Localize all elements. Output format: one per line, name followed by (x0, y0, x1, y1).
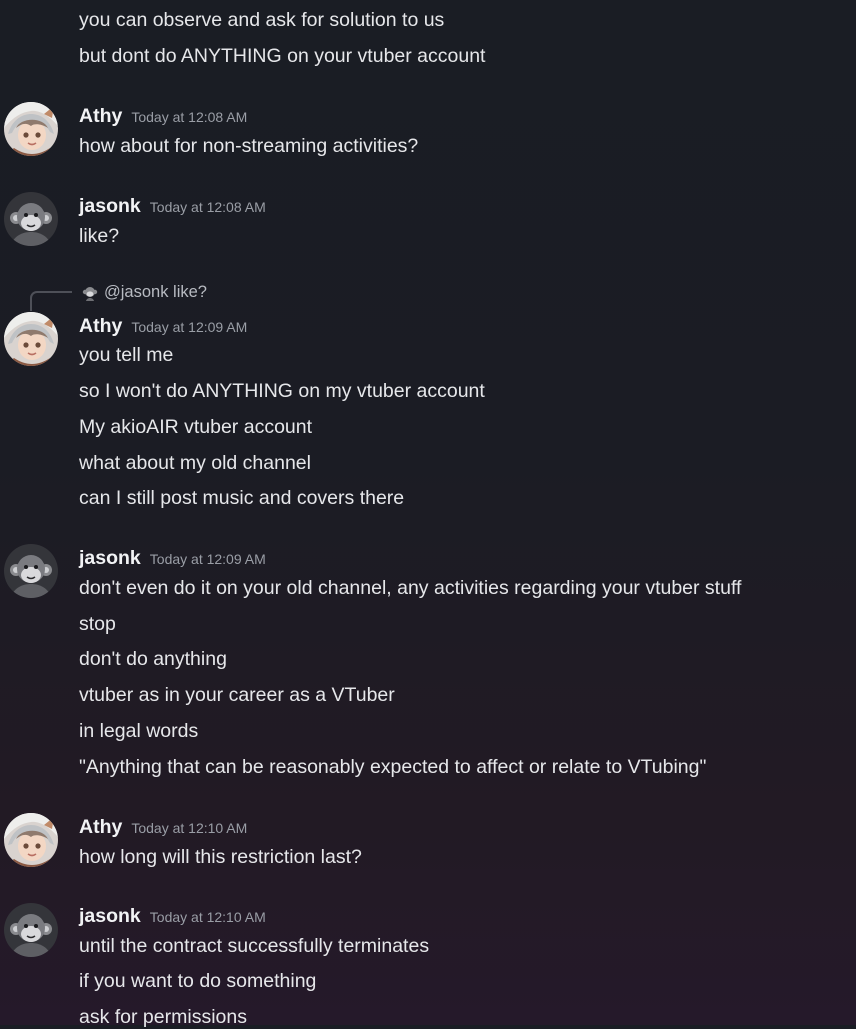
anime-character-avatar-icon (4, 813, 58, 867)
monkey-avatar-icon (4, 192, 58, 246)
message-line: don't even do it on your old channel, an… (79, 577, 742, 599)
message-author[interactable]: jasonk (79, 905, 141, 927)
user-avatar[interactable] (4, 903, 58, 957)
message-header: Athy Today at 12:10 AM (79, 815, 247, 841)
message-author[interactable]: Athy (79, 816, 122, 838)
chat-message-list: you can observe and ask for solution to … (0, 0, 856, 1028)
message-line: if you want to do something (79, 970, 317, 992)
message-header: jasonk Today at 12:10 AM (79, 904, 266, 930)
message-author[interactable]: Athy (79, 315, 122, 337)
anime-character-avatar-icon (4, 102, 58, 156)
message-line: what about my old channel (79, 452, 311, 474)
message-line: how long will this restriction last? (79, 846, 362, 868)
message-line: but dont do ANYTHING on your vtuber acco… (79, 45, 486, 67)
monkey-avatar-icon (4, 544, 58, 598)
message-line: don't do anything (79, 648, 227, 670)
message-timestamp: Today at 12:09 AM (149, 551, 266, 567)
message-author[interactable]: jasonk (79, 195, 141, 217)
reply-spine (30, 291, 72, 311)
message-line: how about for non-streaming activities? (79, 135, 419, 157)
anime-character-avatar-icon (4, 312, 58, 366)
message-header: jasonk Today at 12:09 AM (79, 546, 266, 572)
message-line: ask for permissions (79, 1006, 247, 1028)
message-line: in legal words (79, 720, 199, 742)
reply-avatar-icon (81, 284, 99, 302)
message-line: vtuber as in your career as a VTuber (79, 684, 395, 706)
user-avatar[interactable] (4, 102, 58, 156)
message-header: Athy Today at 12:09 AM (79, 314, 247, 340)
message-timestamp: Today at 12:08 AM (131, 109, 248, 125)
message-line: My akioAIR vtuber account (79, 416, 313, 438)
message-timestamp: Today at 12:10 AM (149, 909, 266, 925)
message-line: until the contract successfully terminat… (79, 935, 430, 957)
message-line: you can observe and ask for solution to … (79, 9, 445, 31)
message-line: like? (79, 225, 120, 247)
user-avatar[interactable] (4, 813, 58, 867)
message-author[interactable]: jasonk (79, 547, 141, 569)
message-header: jasonk Today at 12:08 AM (79, 194, 266, 220)
message-timestamp: Today at 12:09 AM (131, 319, 248, 335)
message-line: can I still post music and covers there (79, 487, 405, 509)
user-avatar[interactable] (4, 312, 58, 366)
message-author[interactable]: Athy (79, 105, 122, 127)
message-timestamp: Today at 12:10 AM (131, 820, 248, 836)
message-line: so I won't do ANYTHING on my vtuber acco… (79, 380, 485, 402)
user-avatar[interactable] (4, 544, 58, 598)
monkey-avatar-icon (4, 903, 58, 957)
message-line: stop (79, 613, 116, 635)
message-line: "Anything that can be reasonably expecte… (79, 756, 707, 778)
message-header: Athy Today at 12:08 AM (79, 104, 247, 130)
user-avatar[interactable] (4, 192, 58, 246)
message-line: you tell me (79, 344, 174, 366)
message-timestamp: Today at 12:08 AM (149, 199, 266, 215)
reply-preview[interactable]: @jasonk like? (104, 281, 207, 303)
